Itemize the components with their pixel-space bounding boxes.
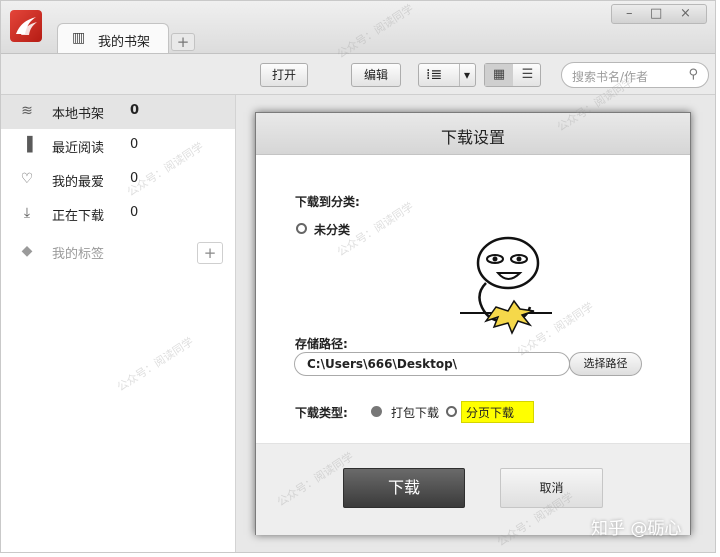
edit-button[interactable]: 编辑 xyxy=(351,63,401,87)
sidebar-item-favorites[interactable]: ♡ 我的最爱 0 xyxy=(1,163,235,197)
sidebar: ≋ 本地书架 0 ▐ 最近阅读 0 ♡ 我的最爱 0 ⤓ 正在下载 0 ◆ 我的… xyxy=(1,95,236,552)
meme-illustration xyxy=(456,235,556,345)
bookshelf-icon: ▥ xyxy=(72,30,86,46)
tag-icon: ◆ xyxy=(21,243,33,259)
storage-path-input[interactable]: C:\Users\666\Desktop\ xyxy=(294,352,570,376)
sidebar-item-local-shelf[interactable]: ≋ 本地书架 0 xyxy=(1,95,235,129)
app-window: ▥ 我的书架 + – □ × 打开 编辑 ⁞≣ ▾ ▦ ☰ 搜索书名/作者 ⚲ … xyxy=(0,0,716,553)
download-button[interactable]: 下载 xyxy=(343,468,465,508)
sidebar-item-count: 0 xyxy=(130,205,139,220)
tab-my-bookshelf[interactable]: ▥ 我的书架 xyxy=(57,23,169,53)
storage-path-value: C:\Users\666\Desktop\ xyxy=(307,357,458,371)
book-icon: ▐ xyxy=(21,137,33,153)
download-type-label: 下载类型: xyxy=(295,406,348,420)
search-placeholder: 搜索书名/作者 xyxy=(572,70,649,84)
list-sort-icon: ⁞≣ xyxy=(426,67,443,83)
close-button[interactable]: × xyxy=(680,6,691,21)
path-label: 存储路径: xyxy=(295,337,348,351)
sidebar-item-label: 正在下载 xyxy=(52,209,105,224)
download-icon: ⤓ xyxy=(23,205,31,221)
sidebar-item-tags[interactable]: ◆ 我的标签 + xyxy=(1,235,235,269)
category-option-label: 未分类 xyxy=(314,223,351,237)
paged-download-label: 分页下载 xyxy=(466,406,515,420)
sort-button[interactable]: ⁞≣ ▾ xyxy=(418,63,476,87)
sidebar-item-label: 最近阅读 xyxy=(52,141,105,156)
sidebar-item-label: 我的最爱 xyxy=(52,175,105,190)
add-tab-button[interactable]: + xyxy=(171,33,195,51)
sidebar-item-label: 我的标签 xyxy=(52,247,105,262)
maximize-button[interactable]: □ xyxy=(650,6,662,21)
title-bar: ▥ 我的书架 + – □ × xyxy=(1,1,715,54)
sidebar-item-recent[interactable]: ▐ 最近阅读 0 xyxy=(1,129,235,163)
app-logo xyxy=(10,10,42,42)
list-view-icon[interactable]: ☰ xyxy=(514,64,541,86)
sidebar-item-downloading[interactable]: ⤓ 正在下载 0 xyxy=(1,197,235,231)
window-controls: – □ × xyxy=(611,4,707,24)
paged-download-radio[interactable] xyxy=(446,406,457,417)
dialog-title: 下载设置 xyxy=(440,128,505,147)
package-download-radio[interactable] xyxy=(371,406,382,417)
toolbar: 打开 编辑 ⁞≣ ▾ ▦ ☰ 搜索书名/作者 ⚲ xyxy=(1,54,715,95)
cancel-button[interactable]: 取消 xyxy=(500,468,603,508)
search-input[interactable]: 搜索书名/作者 ⚲ xyxy=(561,62,709,88)
sidebar-item-label: 本地书架 xyxy=(52,107,105,122)
sidebar-item-count: 0 xyxy=(130,137,139,152)
zhihu-attribution: 知乎 @砺心 xyxy=(591,519,682,539)
add-tag-button[interactable]: + xyxy=(197,242,223,264)
stack-icon: ≋ xyxy=(21,103,33,119)
search-icon[interactable]: ⚲ xyxy=(688,67,698,82)
sidebar-item-count: 0 xyxy=(130,103,140,118)
chevron-down-icon[interactable]: ▾ xyxy=(459,64,470,86)
heart-icon: ♡ xyxy=(20,171,34,187)
grid-view-icon[interactable]: ▦ xyxy=(485,64,513,86)
open-button[interactable]: 打开 xyxy=(260,63,308,87)
category-radio[interactable] xyxy=(296,223,307,234)
dialog-header: 下载设置 xyxy=(256,113,690,155)
download-settings-dialog: 下载设置 下载到分类: 未分类 存储路径: C:\Users\666\Deskt… xyxy=(255,112,691,535)
tab-label: 我的书架 xyxy=(98,35,151,50)
view-toggle: ▦ ☰ xyxy=(484,63,541,87)
choose-path-button[interactable]: 选择路径 xyxy=(569,352,642,376)
sidebar-item-count: 0 xyxy=(130,171,139,186)
package-download-label: 打包下载 xyxy=(391,406,440,420)
category-label: 下载到分类: xyxy=(295,195,360,209)
minimize-button[interactable]: – xyxy=(626,6,633,21)
